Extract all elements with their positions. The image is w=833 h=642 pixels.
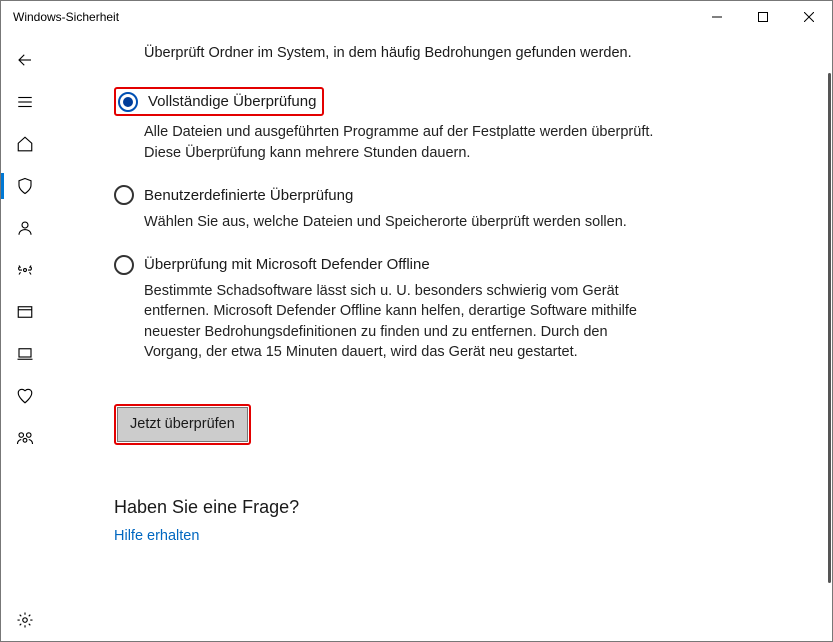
highlight-scan-button: Jetzt überprüfen bbox=[114, 404, 251, 444]
sidebar bbox=[1, 33, 49, 641]
scrollbar[interactable] bbox=[828, 73, 831, 583]
device-icon[interactable] bbox=[1, 333, 49, 375]
desc-offline-scan: Bestimmte Schadsoftware lässt sich u. U.… bbox=[114, 281, 654, 362]
option-offline-scan: Überprüfung mit Microsoft Defender Offli… bbox=[114, 254, 674, 362]
content-area: Überprüft Ordner im System, in dem häufi… bbox=[49, 33, 832, 641]
radio-full-scan[interactable] bbox=[118, 92, 138, 112]
desc-custom-scan: Wählen Sie aus, welche Dateien und Speic… bbox=[114, 212, 654, 232]
maximize-button[interactable] bbox=[740, 1, 786, 33]
window: Windows-Sicherheit bbox=[0, 0, 833, 642]
scan-now-button[interactable]: Jetzt überprüfen bbox=[117, 407, 248, 441]
label-custom-scan: Benutzerdefinierte Überprüfung bbox=[144, 185, 353, 206]
shield-icon[interactable] bbox=[1, 165, 49, 207]
family-icon[interactable] bbox=[1, 417, 49, 459]
option-custom-scan: Benutzerdefinierte Überprüfung Wählen Si… bbox=[114, 185, 674, 232]
option-full-scan: Vollständige Überprüfung Alle Dateien un… bbox=[114, 87, 674, 163]
label-offline-scan: Überprüfung mit Microsoft Defender Offli… bbox=[144, 254, 430, 275]
titlebar: Windows-Sicherheit bbox=[1, 1, 832, 33]
home-icon[interactable] bbox=[1, 123, 49, 165]
minimize-button[interactable] bbox=[694, 1, 740, 33]
health-icon[interactable] bbox=[1, 375, 49, 417]
label-full-scan: Vollständige Überprüfung bbox=[148, 91, 316, 112]
question-heading: Haben Sie eine Frage? bbox=[114, 495, 792, 520]
settings-icon[interactable] bbox=[1, 599, 49, 641]
help-link[interactable]: Hilfe erhalten bbox=[114, 526, 792, 546]
account-icon[interactable] bbox=[1, 207, 49, 249]
highlight-full-scan: Vollständige Überprüfung bbox=[114, 87, 324, 116]
window-body: Überprüft Ordner im System, in dem häufi… bbox=[1, 33, 832, 641]
window-title: Windows-Sicherheit bbox=[1, 10, 694, 24]
radio-offline-scan[interactable] bbox=[114, 255, 134, 275]
firewall-icon[interactable] bbox=[1, 249, 49, 291]
back-button[interactable] bbox=[1, 39, 49, 81]
radio-custom-scan[interactable] bbox=[114, 185, 134, 205]
app-browser-icon[interactable] bbox=[1, 291, 49, 333]
menu-button[interactable] bbox=[1, 81, 49, 123]
intro-description: Überprüft Ordner im System, in dem häufi… bbox=[114, 43, 654, 63]
close-button[interactable] bbox=[786, 1, 832, 33]
desc-full-scan: Alle Dateien und ausgeführten Programme … bbox=[114, 122, 654, 163]
